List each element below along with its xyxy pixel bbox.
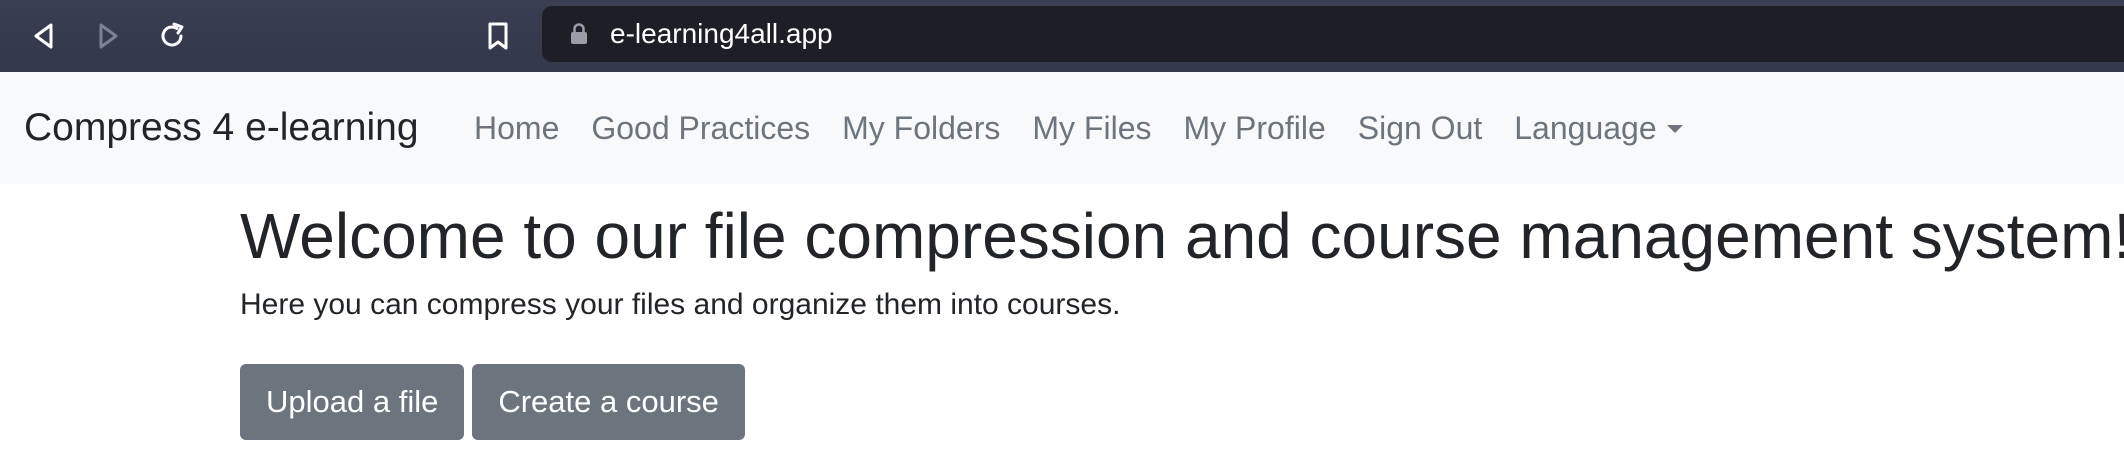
address-bar[interactable]: e-learning4all.app: [542, 6, 2124, 62]
page-title: Welcome to our file compression and cour…: [240, 200, 2124, 272]
create-course-button[interactable]: Create a course: [472, 364, 745, 440]
bookmark-icon[interactable]: [476, 14, 520, 58]
forward-icon[interactable]: [86, 14, 130, 58]
upload-file-button[interactable]: Upload a file: [240, 364, 465, 440]
language-dropdown[interactable]: Language: [1498, 110, 1698, 147]
nav-my-profile-link[interactable]: My Profile: [1167, 110, 1341, 147]
site-navbar: Compress 4 e-learning Home Good Practice…: [0, 72, 2124, 184]
nav-links: Home Good Practices My Folders My Files …: [474, 72, 1699, 184]
url-text: e-learning4all.app: [610, 18, 833, 49]
brand-link[interactable]: Compress 4 e-learning: [24, 72, 419, 184]
action-buttons: Upload a file Create a course: [240, 364, 745, 440]
page-lead: Here you can compress your files and org…: [240, 288, 1121, 321]
nav-sign-out-link[interactable]: Sign Out: [1342, 110, 1499, 147]
nav-good-practices-link[interactable]: Good Practices: [575, 110, 826, 147]
reload-icon[interactable]: [150, 14, 194, 58]
back-icon[interactable]: [22, 14, 66, 58]
browser-toolbar: e-learning4all.app: [0, 0, 2124, 72]
nav-my-folders-link[interactable]: My Folders: [826, 110, 1016, 147]
lock-icon: [570, 23, 588, 50]
nav-my-files-link[interactable]: My Files: [1016, 110, 1167, 147]
chevron-down-icon: [1666, 124, 1683, 133]
language-label: Language: [1514, 109, 1657, 146]
nav-home-link[interactable]: Home: [474, 110, 575, 147]
